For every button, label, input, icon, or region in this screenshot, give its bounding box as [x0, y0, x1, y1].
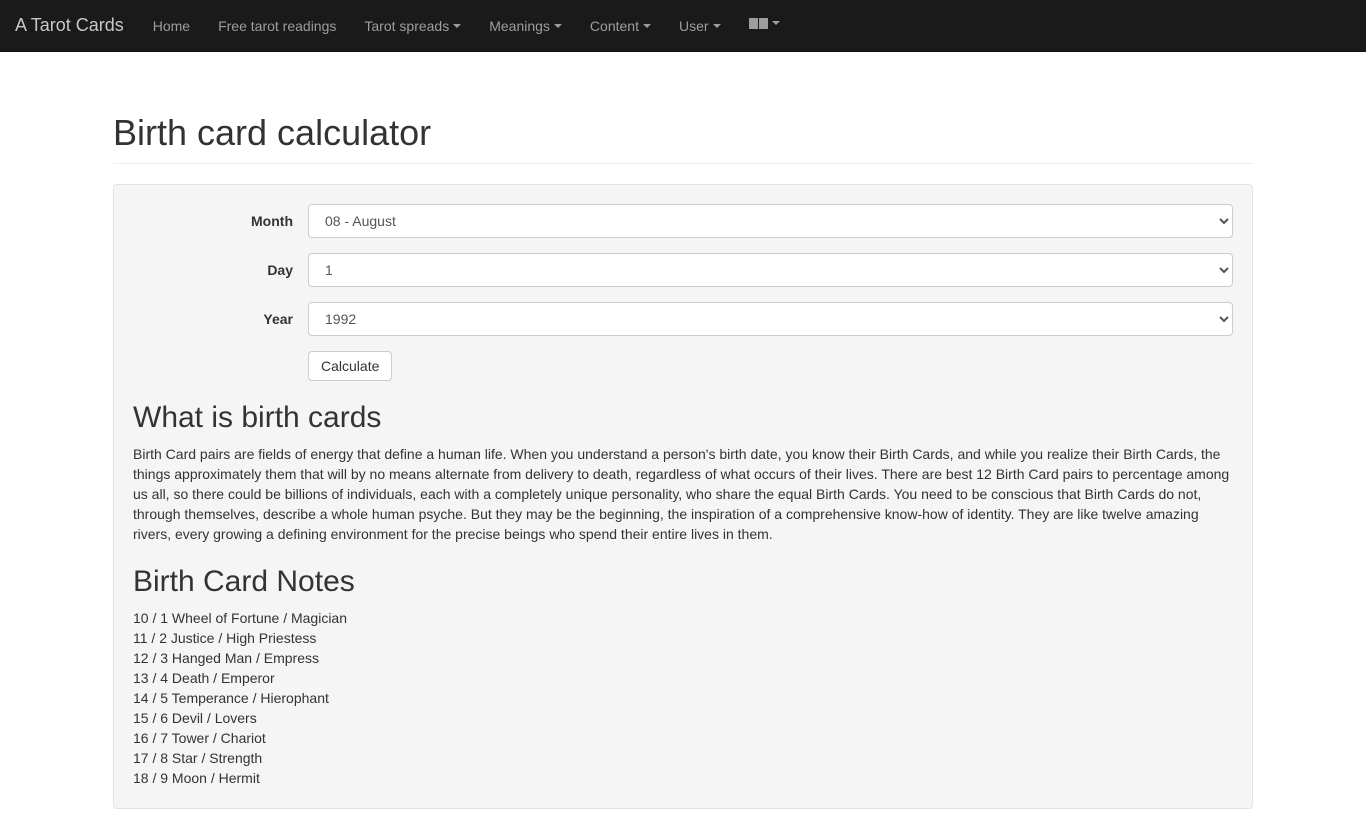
note-item: 12 / 3 Hanged Man / Empress [133, 649, 1233, 669]
calculate-button[interactable]: Calculate [308, 351, 392, 381]
note-item: 11 / 2 Justice / High Priestess [133, 629, 1233, 649]
nav-label: Content [590, 18, 639, 34]
nav-home[interactable]: Home [139, 3, 204, 49]
chevron-down-icon [453, 24, 461, 28]
nav-meanings[interactable]: Meanings [475, 3, 576, 49]
note-item: 17 / 8 Star / Strength [133, 749, 1233, 769]
nav-label: Tarot spreads [364, 18, 449, 34]
note-item: 10 / 1 Wheel of Fortune / Magician [133, 609, 1233, 629]
brand-link[interactable]: A Tarot Cards [15, 0, 139, 51]
nav-content[interactable]: Content [576, 3, 665, 49]
nav-label: User [679, 18, 709, 34]
year-select[interactable]: 1992 [308, 302, 1233, 336]
day-label: Day [133, 262, 308, 278]
day-select[interactable]: 1 [308, 253, 1233, 287]
what-is-heading: What is birth cards [133, 401, 1233, 435]
page-title: Birth card calculator [113, 112, 1253, 154]
top-navbar: A Tarot Cards Home Free tarot readings T… [0, 0, 1366, 52]
language-icon [749, 18, 768, 29]
note-item: 18 / 9 Moon / Hermit [133, 769, 1233, 789]
nav-language[interactable] [735, 3, 794, 44]
what-is-body: Birth Card pairs are fields of energy th… [133, 445, 1233, 545]
nav-user[interactable]: User [665, 3, 735, 49]
chevron-down-icon [554, 24, 562, 28]
chevron-down-icon [772, 21, 780, 25]
notes-heading: Birth Card Notes [133, 565, 1233, 599]
notes-list: 10 / 1 Wheel of Fortune / Magician11 / 2… [133, 609, 1233, 789]
note-item: 14 / 5 Temperance / Hierophant [133, 689, 1233, 709]
nav-tarot-spreads[interactable]: Tarot spreads [350, 3, 475, 49]
chevron-down-icon [713, 24, 721, 28]
year-label: Year [133, 311, 308, 327]
note-item: 16 / 7 Tower / Chariot [133, 729, 1233, 749]
note-item: 15 / 6 Devil / Lovers [133, 709, 1233, 729]
note-item: 13 / 4 Death / Emperor [133, 669, 1233, 689]
month-select[interactable]: 08 - August [308, 204, 1233, 238]
chevron-down-icon [643, 24, 651, 28]
page-header: Birth card calculator [113, 72, 1253, 164]
nav-label: Meanings [489, 18, 550, 34]
nav-free-readings[interactable]: Free tarot readings [204, 3, 350, 49]
calculator-panel: Month 08 - August Day 1 Year 1992 [113, 184, 1253, 809]
nav-list: Home Free tarot readings Tarot spreads M… [139, 3, 794, 49]
month-label: Month [133, 213, 308, 229]
